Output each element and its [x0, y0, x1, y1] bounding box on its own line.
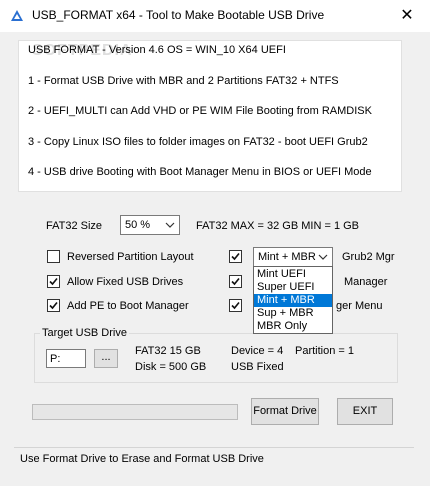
- grub-mode-select[interactable]: Mint + MBR: [253, 247, 333, 267]
- grub-mode-dropdown-list: Mint UEFI Super UEFI Mint + MBR Sup + MB…: [253, 266, 333, 334]
- dropdown-option[interactable]: Super UEFI: [254, 281, 332, 294]
- format-drive-button[interactable]: Format Drive: [251, 398, 319, 425]
- add-pe-label: Add PE to Boot Manager: [67, 300, 189, 312]
- dropdown-option[interactable]: Mint UEFI: [254, 268, 332, 281]
- grub-mode-value: Mint + MBR: [258, 251, 316, 263]
- chevron-down-icon: [165, 222, 175, 228]
- checkmark-icon: [231, 252, 240, 261]
- manager-menu-checkbox[interactable]: [229, 299, 242, 312]
- fat32-limits-info: FAT32 MAX = 32 GB MIN = 1 GB: [196, 220, 360, 232]
- target-disk-size: Disk = 500 GB: [135, 361, 207, 373]
- usb-app-icon: [11, 10, 23, 21]
- target-device: Device = 4: [231, 345, 284, 357]
- format-progress-bar: [32, 404, 238, 420]
- reversed-layout-checkbox[interactable]: [47, 250, 60, 263]
- checkmark-icon: [49, 277, 58, 286]
- info-line-4: 4 - USB drive Booting with Boot Manager …: [28, 166, 372, 178]
- close-icon: ✕: [400, 7, 414, 24]
- drive-letter-value: P:: [50, 353, 61, 365]
- dropdown-option[interactable]: Sup + MBR: [254, 307, 332, 320]
- drive-letter-field[interactable]: P:: [46, 349, 86, 368]
- fat32-size-value: 50 %: [125, 219, 151, 231]
- target-partition: Partition = 1: [295, 345, 355, 357]
- add-pe-checkbox[interactable]: [47, 299, 60, 312]
- fat32-size-select[interactable]: 50 %: [120, 215, 180, 235]
- target-fat32-size: FAT32 15 GB: [135, 345, 201, 357]
- window-title: USB_FORMAT x64 - Tool to Make Bootable U…: [32, 8, 325, 22]
- grub-mgr-label: Grub2 Mgr: [342, 251, 395, 263]
- version-line: USB FORMAT - Version 4.6 OS = WIN_10 X64…: [28, 44, 286, 56]
- dropdown-option[interactable]: Mint + MBR: [254, 294, 332, 307]
- title-bar: USB_FORMAT x64 - Tool to Make Bootable U…: [0, 0, 430, 32]
- status-bar: Use Format Drive to Erase and Format USB…: [14, 447, 414, 468]
- checkmark-icon: [231, 301, 240, 310]
- checkmark-icon: [231, 277, 240, 286]
- dropdown-option[interactable]: MBR Only: [254, 320, 332, 333]
- boot-manager-label: Manager: [344, 276, 388, 288]
- grub-mgr-checkbox[interactable]: [229, 250, 242, 263]
- target-usb-group: [34, 333, 398, 383]
- target-bus-type: USB Fixed: [231, 361, 284, 373]
- exit-button[interactable]: EXIT: [337, 398, 393, 425]
- close-button[interactable]: ✕: [384, 0, 430, 32]
- status-text: Use Format Drive to Erase and Format USB…: [20, 453, 264, 465]
- allow-fixed-checkbox[interactable]: [47, 275, 60, 288]
- info-line-1: 1 - Format USB Drive with MBR and 2 Part…: [28, 75, 339, 87]
- info-line-2: 2 - UEFI_MULTI can Add VHD or PE WIM Fil…: [28, 105, 372, 117]
- reversed-layout-label: Reversed Partition Layout: [67, 251, 194, 263]
- target-usb-label: Target USB Drive: [40, 327, 129, 339]
- fat32-size-label: FAT32 Size: [46, 220, 103, 232]
- checkmark-icon: [49, 301, 58, 310]
- boot-manager-checkbox[interactable]: [229, 275, 242, 288]
- info-line-3: 3 - Copy Linux ISO files to folder image…: [28, 136, 368, 148]
- allow-fixed-label: Allow Fixed USB Drives: [67, 276, 184, 288]
- main-window: USB_FORMAT x64 - Tool to Make Bootable U…: [0, 0, 430, 486]
- manager-menu-label: ger Menu: [336, 300, 383, 312]
- browse-button[interactable]: ...: [94, 349, 118, 368]
- chevron-down-icon: [318, 254, 328, 260]
